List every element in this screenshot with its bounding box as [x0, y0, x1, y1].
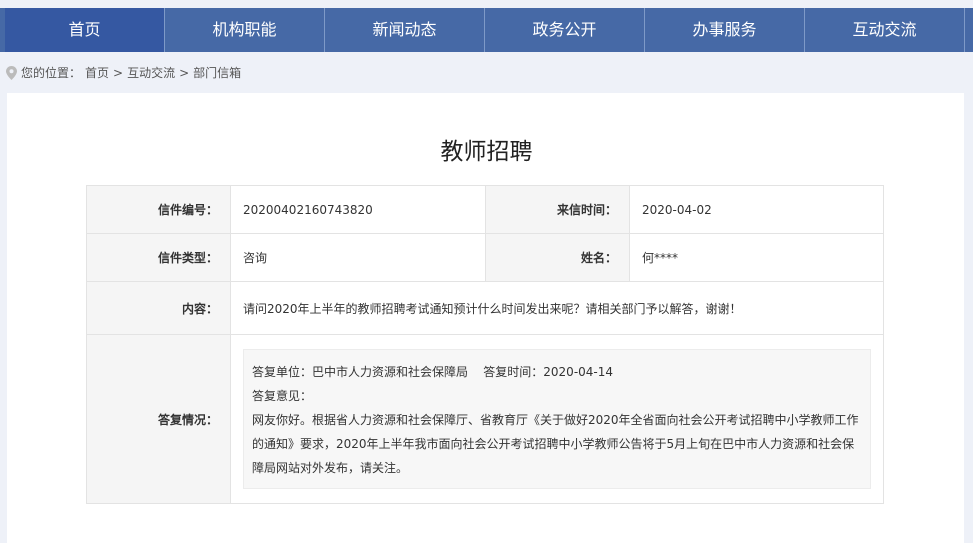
breadcrumb-separator: >: [113, 65, 124, 80]
nav-news[interactable]: 新闻动态: [325, 8, 485, 52]
reply-box: 答复单位：巴中市人力资源和社会保障局 答复时间：2020-04-14 答复意见：…: [243, 349, 871, 489]
reply-unit: 答复单位：巴中市人力资源和社会保障局: [252, 365, 469, 379]
nav-government-affairs[interactable]: 政务公开: [485, 8, 645, 52]
reply-opinion-label: 答复意见：: [252, 389, 313, 403]
letter-content: 请问2020年上半年的教师招聘考试通知预计什么时间发出来呢？请相关部门予以解答，…: [230, 281, 884, 335]
breadcrumb-separator: >: [179, 65, 190, 80]
name-label: 姓名：: [485, 233, 630, 282]
reply-label: 答复情况：: [86, 334, 231, 504]
nav-home[interactable]: 首页: [5, 8, 165, 52]
breadcrumb-prefix: 您的位置：: [21, 66, 82, 80]
nav-interaction[interactable]: 互动交流: [805, 8, 965, 52]
time-label: 来信时间：: [485, 185, 630, 234]
type-label: 信件类型：: [86, 233, 231, 282]
letter-time: 2020-04-02: [629, 185, 884, 234]
content-label: 内容：: [86, 281, 231, 335]
location-pin-icon: [6, 65, 17, 80]
breadcrumb: 您的位置： 首页 > 互动交流 > 部门信箱: [6, 64, 241, 81]
reply-text: 网友你好。根据省人力资源和社会保障厅、省教育厅《关于做好2020年全省面向社会公…: [252, 413, 859, 475]
sender-name: 何****: [629, 233, 884, 282]
letter-type: 咨询: [230, 233, 486, 282]
breadcrumb-interaction[interactable]: 互动交流: [127, 64, 175, 81]
nav-organization[interactable]: 机构职能: [165, 8, 325, 52]
nav-services[interactable]: 办事服务: [645, 8, 805, 52]
breadcrumb-mailbox[interactable]: 部门信箱: [193, 64, 241, 81]
main-nav: 首页 机构职能 新闻动态 政务公开 办事服务 互动交流: [0, 8, 973, 52]
letter-details-table: 信件编号： 20200402160743820 来信时间： 2020-04-02…: [86, 185, 884, 504]
page-title: 教师招聘: [440, 139, 533, 165]
breadcrumb-home[interactable]: 首页: [85, 64, 109, 81]
number-label: 信件编号：: [86, 185, 231, 234]
letter-number: 20200402160743820: [230, 185, 486, 234]
reply-time: 答复时间：2020-04-14: [483, 365, 614, 379]
